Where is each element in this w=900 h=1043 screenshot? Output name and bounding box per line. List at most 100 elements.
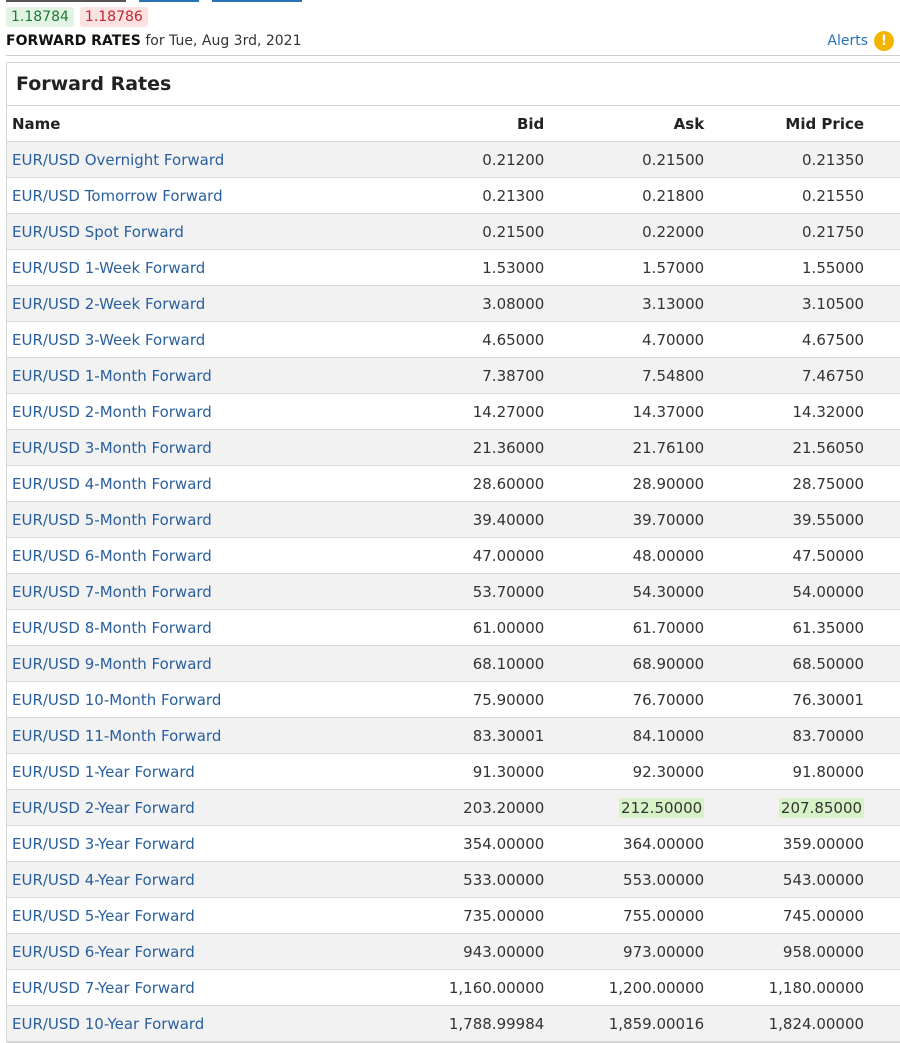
instrument-link[interactable]: EUR/USD 11-Month Forward xyxy=(12,727,221,745)
instrument-link[interactable]: EUR/USD 6-Month Forward xyxy=(12,547,212,565)
cell-bid: 0.21300 xyxy=(402,177,545,214)
instrument-link[interactable]: EUR/USD 5-Year Forward xyxy=(12,907,195,925)
cell-bid: 68.10000 xyxy=(402,645,545,682)
mid-value: 21.56050 xyxy=(792,438,865,457)
alerts-button[interactable]: Alerts ! xyxy=(827,31,894,51)
instrument-link[interactable]: EUR/USD 8-Month Forward xyxy=(12,619,212,637)
table-row: EUR/USD 4-Year Forward 533.00000 553.00000… xyxy=(7,861,900,898)
page-title: FORWARD RATES for Tue, Aug 3rd, 2021 xyxy=(6,33,302,49)
cell-mid: 39.55000 xyxy=(704,501,865,538)
instrument-link[interactable]: EUR/USD 4-Year Forward xyxy=(12,871,195,889)
cell-ask: 7.54800 xyxy=(544,357,705,394)
instrument-link[interactable]: EUR/USD 10-Month Forward xyxy=(12,691,221,709)
cell-name: EUR/USD 1-Year Forward xyxy=(7,753,403,790)
instrument-link[interactable]: EUR/USD 6-Year Forward xyxy=(12,943,195,961)
cell-bid: 3.08000 xyxy=(402,285,545,322)
cell-name: EUR/USD 11-Month Forward xyxy=(7,717,403,754)
mid-value: 207.85000 xyxy=(778,797,865,818)
cell-bid: 61.00000 xyxy=(402,609,545,646)
instrument-link[interactable]: EUR/USD 2-Week Forward xyxy=(12,295,205,313)
instrument-link[interactable]: EUR/USD 7-Year Forward xyxy=(12,979,195,997)
cell-ask: 364.00000 xyxy=(544,825,705,862)
instrument-link[interactable]: EUR/USD 2-Month Forward xyxy=(12,403,212,421)
cell-bid: 28.60000 xyxy=(402,465,545,502)
cell-spacer xyxy=(864,789,900,826)
cell-bid: 83.30001 xyxy=(402,717,545,754)
cell-bid: 735.00000 xyxy=(402,897,545,934)
cell-spacer xyxy=(864,573,900,610)
instrument-link[interactable]: EUR/USD 1-Month Forward xyxy=(12,367,212,385)
instrument-link[interactable]: EUR/USD Tomorrow Forward xyxy=(12,187,223,205)
cell-ask: 39.70000 xyxy=(544,501,705,538)
table-row: EUR/USD 5-Month Forward 39.40000 39.70000 3… xyxy=(7,501,900,538)
table-row: EUR/USD Spot Forward 0.21500 0.22000 0.2175… xyxy=(7,213,900,250)
ask-value: 0.21500 xyxy=(642,150,705,169)
cell-ask: 553.00000 xyxy=(544,861,705,898)
cell-bid: 75.90000 xyxy=(402,681,545,718)
instrument-link[interactable]: EUR/USD 3-Week Forward xyxy=(12,331,205,349)
table-row: EUR/USD 4-Month Forward 28.60000 28.90000 2… xyxy=(7,465,900,502)
column-header-spacer xyxy=(864,106,900,142)
bid-value: 1,788.99984 xyxy=(448,1014,545,1033)
instrument-link[interactable]: EUR/USD 3-Year Forward xyxy=(12,835,195,853)
cell-mid: 0.21750 xyxy=(704,213,865,250)
mid-value: 47.50000 xyxy=(792,546,865,565)
cell-mid: 68.50000 xyxy=(704,645,865,682)
cell-ask: 1.57000 xyxy=(544,249,705,286)
table-row: EUR/USD 2-Month Forward 14.27000 14.37000 1… xyxy=(7,393,900,430)
cell-ask: 0.21800 xyxy=(544,177,705,214)
cell-ask: 0.21500 xyxy=(544,141,705,178)
table-row: EUR/USD 1-Year Forward 91.30000 92.30000 91… xyxy=(7,753,900,790)
table-row: EUR/USD 3-Month Forward 21.36000 21.76100 2… xyxy=(7,429,900,466)
cell-spacer xyxy=(864,969,900,1006)
bid-value: 4.65000 xyxy=(482,330,545,349)
instrument-link[interactable]: EUR/USD 1-Year Forward xyxy=(12,763,195,781)
cell-bid: 354.00000 xyxy=(402,825,545,862)
ask-value: 39.70000 xyxy=(632,510,705,529)
cell-mid: 21.56050 xyxy=(704,429,865,466)
instrument-link[interactable]: EUR/USD 2-Year Forward xyxy=(12,799,195,817)
cell-ask: 61.70000 xyxy=(544,609,705,646)
mid-value: 543.00000 xyxy=(782,870,865,889)
ask-value: 68.90000 xyxy=(632,654,705,673)
cell-mid: 76.30001 xyxy=(704,681,865,718)
instrument-link[interactable]: EUR/USD 1-Week Forward xyxy=(12,259,205,277)
cell-spacer xyxy=(864,141,900,178)
mid-value: 4.67500 xyxy=(802,330,865,349)
instrument-link[interactable]: EUR/USD Overnight Forward xyxy=(12,151,224,169)
cell-name: EUR/USD 7-Month Forward xyxy=(7,573,403,610)
cell-bid: 4.65000 xyxy=(402,321,545,358)
cell-name: EUR/USD 7-Year Forward xyxy=(7,969,403,1006)
instrument-link[interactable]: EUR/USD 3-Month Forward xyxy=(12,439,212,457)
cell-spacer xyxy=(864,609,900,646)
table-row: EUR/USD Overnight Forward 0.21200 0.21500 0… xyxy=(7,141,900,178)
bid-value: 53.70000 xyxy=(472,582,545,601)
cell-name: EUR/USD 10-Year Forward xyxy=(7,1005,403,1042)
mid-value: 0.21750 xyxy=(802,222,865,241)
panel-title: Forward Rates xyxy=(7,63,900,106)
table-row: EUR/USD 3-Week Forward 4.65000 4.70000 4.67… xyxy=(7,321,900,358)
table-row: EUR/USD 11-Month Forward 83.30001 84.10000… xyxy=(7,717,900,754)
bid-value: 28.60000 xyxy=(472,474,545,493)
cell-ask: 84.10000 xyxy=(544,717,705,754)
cell-ask: 4.70000 xyxy=(544,321,705,358)
ask-value: 1.57000 xyxy=(642,258,705,277)
instrument-link[interactable]: EUR/USD 9-Month Forward xyxy=(12,655,212,673)
mid-value: 61.35000 xyxy=(792,618,865,637)
bid-value: 83.30001 xyxy=(472,726,545,745)
cell-spacer xyxy=(864,501,900,538)
column-header-bid: Bid xyxy=(402,106,545,142)
instrument-link[interactable]: EUR/USD 5-Month Forward xyxy=(12,511,212,529)
cell-bid: 53.70000 xyxy=(402,573,545,610)
instrument-link[interactable]: EUR/USD 4-Month Forward xyxy=(12,475,212,493)
bid-value: 61.00000 xyxy=(472,618,545,637)
bid-value: 0.21200 xyxy=(482,150,545,169)
instrument-link[interactable]: EUR/USD Spot Forward xyxy=(12,223,184,241)
instrument-link[interactable]: EUR/USD 10-Year Forward xyxy=(12,1015,204,1033)
table-row: EUR/USD 6-Month Forward 47.00000 48.00000 4… xyxy=(7,537,900,574)
mid-value: 958.00000 xyxy=(782,942,865,961)
cell-bid: 0.21500 xyxy=(402,213,545,250)
cell-name: EUR/USD 2-Month Forward xyxy=(7,393,403,430)
instrument-link[interactable]: EUR/USD 7-Month Forward xyxy=(12,583,212,601)
mid-value: 0.21550 xyxy=(802,186,865,205)
